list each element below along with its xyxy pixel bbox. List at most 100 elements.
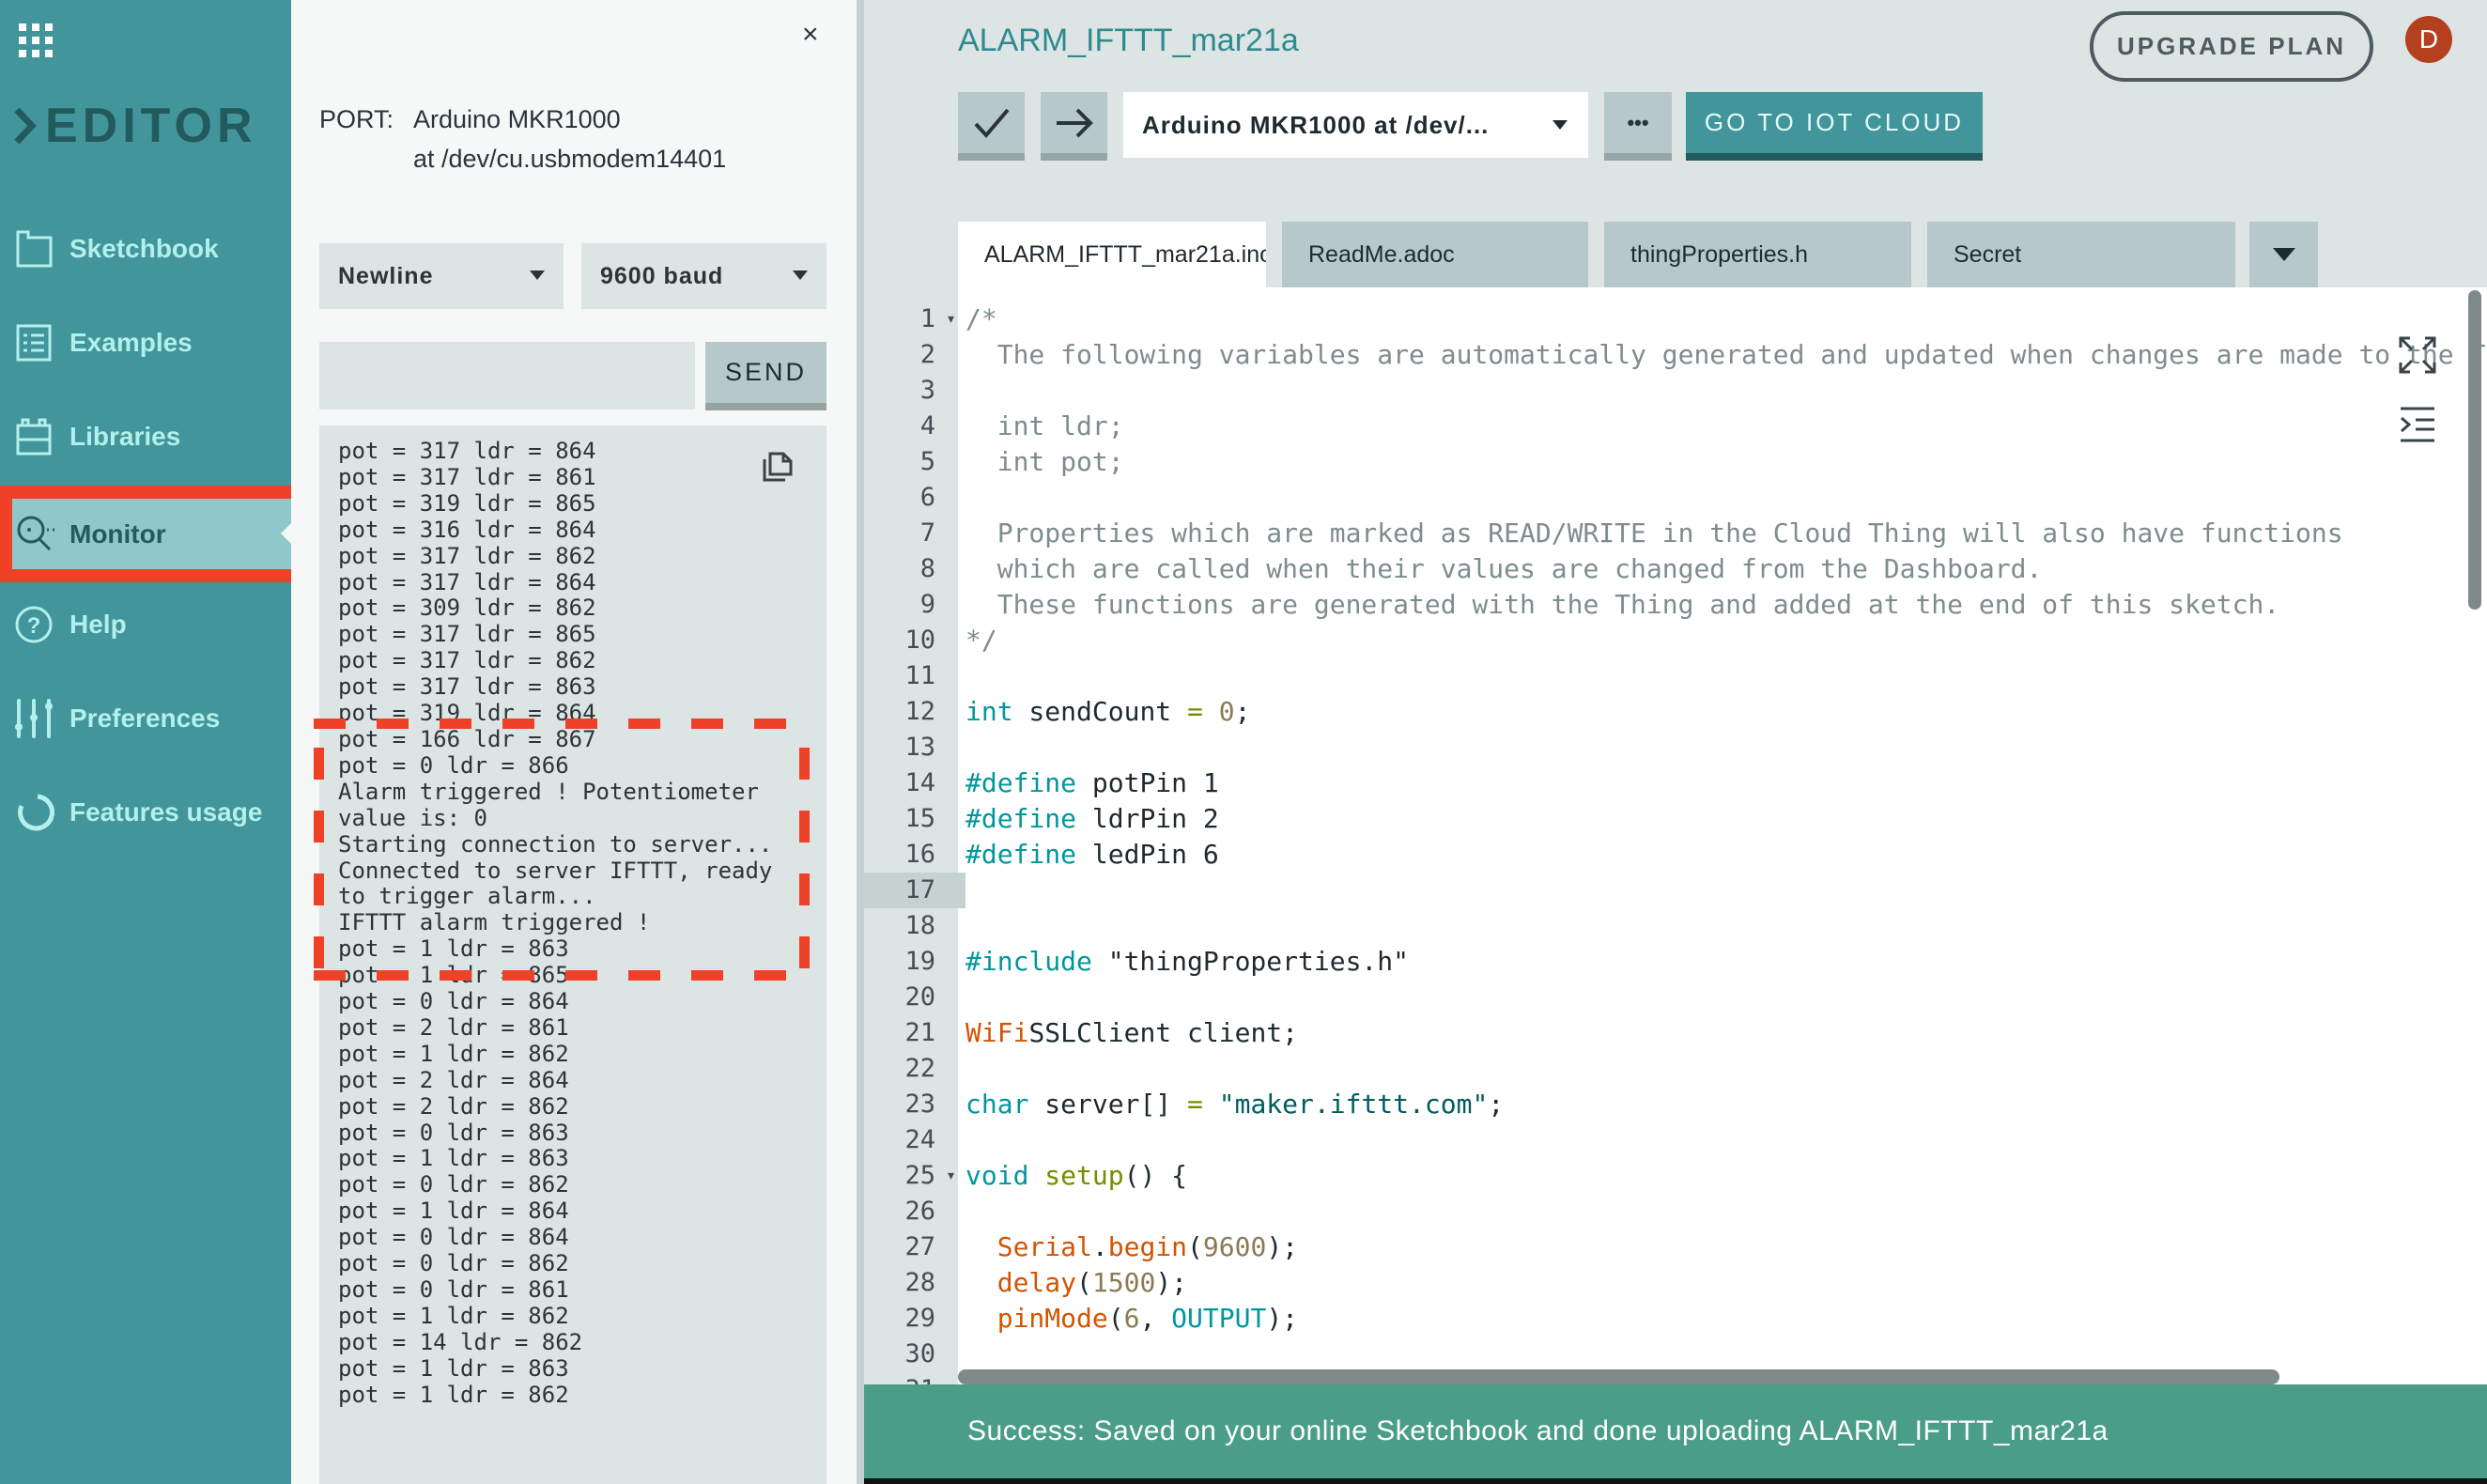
folder-icon bbox=[16, 230, 53, 268]
line-number: 30 bbox=[864, 1337, 958, 1372]
vertical-scrollbar[interactable] bbox=[2468, 290, 2481, 610]
line-number-text: 1 bbox=[919, 304, 935, 333]
tabs-dropdown-button[interactable] bbox=[2249, 222, 2318, 287]
line-number: 27 bbox=[864, 1229, 958, 1265]
code-token: ; bbox=[1234, 696, 1251, 727]
code-token: SSLClient client; bbox=[1028, 1017, 1299, 1048]
code-token: ); bbox=[1266, 1303, 1299, 1334]
tab-thingproperties[interactable]: thingProperties.h bbox=[1604, 222, 1911, 287]
serial-line: pot = 1 ldr = 862 bbox=[338, 1302, 569, 1329]
dash-segment bbox=[799, 811, 810, 842]
code-token: /* bbox=[965, 303, 997, 334]
serial-line: pot = 317 ldr = 861 bbox=[338, 463, 596, 490]
code-token: setup bbox=[1044, 1160, 1124, 1191]
code-token: ledPin 6 bbox=[1076, 839, 1219, 870]
code-line: #define ledPin 6 bbox=[965, 837, 1219, 873]
serial-line: pot = 0 ldr = 864 bbox=[338, 1224, 569, 1251]
dash-segment bbox=[691, 719, 723, 729]
code-token: Serial bbox=[996, 1231, 1092, 1262]
line-number: 4 bbox=[864, 409, 958, 444]
sidebar-item-features-usage[interactable]: Features usage bbox=[0, 779, 291, 846]
board-select[interactable]: Arduino MKR1000 at /dev/... bbox=[1123, 92, 1588, 158]
indent-icon[interactable] bbox=[2399, 406, 2436, 443]
code-token: OUTPUT bbox=[1171, 1303, 1267, 1334]
code-editor[interactable]: 1 ▾ 2 3 4 5 6 7 8 9 10 11 12 13 14 15 16 17 18 19 20 21 22 23 24… bbox=[864, 287, 2487, 1384]
apps-grid-icon[interactable] bbox=[19, 23, 54, 59]
editor-brand: EDITOR bbox=[13, 98, 257, 154]
sidebar-item-monitor[interactable]: Monitor bbox=[12, 499, 291, 569]
serial-line: pot = 317 ldr = 864 bbox=[338, 568, 596, 595]
sidebar-item-examples[interactable]: Examples bbox=[0, 309, 291, 377]
serial-line: pot = 1 ldr = 862 bbox=[338, 1040, 569, 1067]
line-number-text: 12 bbox=[904, 697, 935, 726]
avatar[interactable]: D bbox=[2405, 16, 2452, 63]
line-number: 15 bbox=[864, 801, 958, 837]
code-line: pinMode(6, OUTPUT); bbox=[965, 1301, 1298, 1337]
code-token: ( bbox=[1187, 1231, 1203, 1262]
code-line: #define potPin 1 bbox=[965, 765, 1219, 801]
serial-line: pot = 319 ldr = 865 bbox=[338, 489, 596, 517]
send-input[interactable] bbox=[319, 342, 695, 410]
fullscreen-icon[interactable] bbox=[2399, 336, 2436, 374]
line-number-text: 6 bbox=[919, 483, 935, 512]
code-token: potPin 1 bbox=[1076, 767, 1219, 798]
more-options-button[interactable]: ••• bbox=[1604, 92, 1672, 161]
board-select-value: Arduino MKR1000 at /dev/... bbox=[1142, 110, 1490, 139]
baud-rate-select[interactable]: 9600 baud bbox=[581, 243, 826, 309]
line-number: 26 bbox=[864, 1194, 958, 1229]
dash-segment bbox=[314, 811, 324, 842]
port-path: at /dev/cu.usbmodem14401 bbox=[413, 145, 727, 173]
close-button[interactable]: × bbox=[802, 19, 819, 51]
code-line: which are called when their values are c… bbox=[965, 551, 2043, 587]
sketch-title: ALARM_IFTTT_mar21a bbox=[958, 23, 1299, 58]
port-name: Arduino MKR1000 bbox=[413, 105, 621, 133]
sidebar-item-label: Features usage bbox=[70, 797, 263, 827]
line-number-text: 10 bbox=[904, 626, 935, 655]
fold-arrow-icon[interactable]: ▾ bbox=[946, 301, 956, 337]
send-button[interactable]: SEND bbox=[705, 342, 826, 410]
go-to-iot-cloud-button[interactable]: GO TO IOT CLOUD bbox=[1686, 92, 1983, 161]
line-number-text: 22 bbox=[904, 1054, 935, 1083]
horizontal-scrollbar[interactable] bbox=[958, 1369, 2279, 1384]
sidebar-item-sketchbook[interactable]: Sketchbook bbox=[0, 215, 291, 283]
tab-readme[interactable]: ReadMe.adoc bbox=[1282, 222, 1588, 287]
serial-line: pot = 1 ldr = 863 bbox=[338, 1354, 569, 1382]
code-token: int ldr; bbox=[965, 410, 1124, 441]
line-ending-select[interactable]: Newline bbox=[319, 243, 564, 309]
dash-segment bbox=[314, 748, 324, 780]
tab-secret[interactable]: Secret bbox=[1927, 222, 2235, 287]
arrow-right-icon bbox=[1056, 108, 1093, 137]
sidebar-item-help[interactable]: ? Help bbox=[0, 591, 291, 658]
verify-button[interactable] bbox=[958, 92, 1025, 161]
code-token: int pot; bbox=[965, 446, 1124, 477]
dash-segment bbox=[754, 970, 786, 981]
fold-arrow-icon[interactable]: ▾ bbox=[946, 1158, 956, 1194]
code-token: begin bbox=[1107, 1231, 1188, 1262]
sidebar-item-preferences[interactable]: Preferences bbox=[0, 685, 291, 752]
line-number: 7 bbox=[864, 516, 958, 551]
upload-button[interactable] bbox=[1041, 92, 1107, 161]
sidebar-item-label: Sketchbook bbox=[70, 234, 219, 263]
serial-line: pot = 1 ldr = 863 bbox=[338, 1145, 569, 1172]
serial-line: pot = 0 ldr = 862 bbox=[338, 1171, 569, 1198]
code-token: 6 bbox=[1123, 1303, 1140, 1334]
code-token: The following variables are automaticall… bbox=[965, 339, 2486, 370]
sliders-icon bbox=[15, 699, 53, 738]
panel-resize-handle[interactable] bbox=[857, 0, 864, 1484]
line-number-text: 15 bbox=[904, 804, 935, 833]
code-line: The following variables are automaticall… bbox=[965, 337, 2486, 373]
sidebar-item-libraries[interactable]: Libraries bbox=[0, 403, 291, 471]
status-bar-message: Success: Saved on your online Sketchbook… bbox=[864, 1384, 2487, 1478]
tab-main-sketch[interactable]: ALARM_IFTTT_mar21a.ino bbox=[958, 222, 1266, 287]
line-number: 16 bbox=[864, 837, 958, 873]
serial-line: pot = 317 ldr = 862 bbox=[338, 542, 596, 569]
upgrade-plan-button[interactable]: UPGRADE PLAN bbox=[2090, 11, 2373, 82]
sidebar-item-label: Help bbox=[70, 610, 127, 639]
code-token: ; bbox=[1488, 1089, 1505, 1120]
serial-line: pot = 309 ldr = 862 bbox=[338, 595, 596, 622]
code-line: Properties which are marked as READ/WRIT… bbox=[965, 516, 2343, 551]
copy-icon[interactable] bbox=[761, 450, 795, 484]
line-number-text: 29 bbox=[904, 1304, 935, 1333]
